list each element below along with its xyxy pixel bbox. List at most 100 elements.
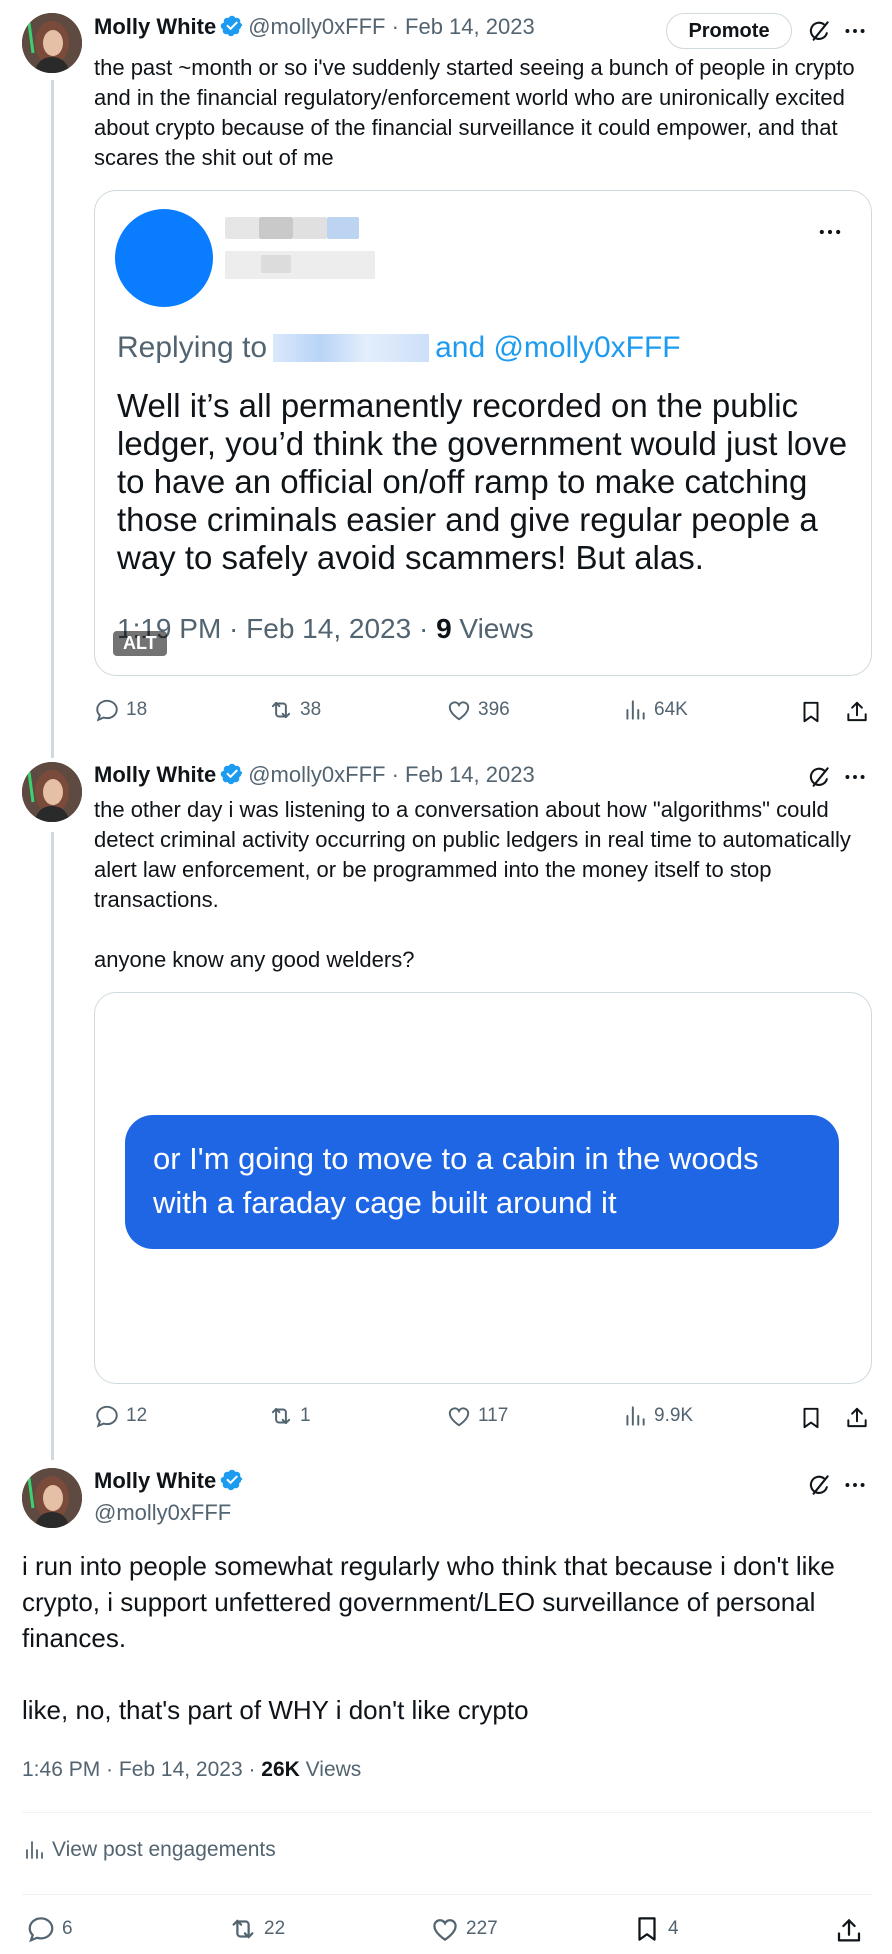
bookmark-button[interactable]: 4 bbox=[632, 1914, 679, 1944]
quoted-tweet-text: Well it’s all permanently recorded on th… bbox=[117, 387, 848, 576]
views-icon bbox=[622, 697, 648, 723]
engagements-label: View post engagements bbox=[52, 1838, 276, 1861]
author-handle[interactable]: @molly0xFFF bbox=[248, 14, 385, 39]
promote-button[interactable]: Promote bbox=[666, 13, 792, 49]
verified-icon bbox=[220, 14, 244, 38]
replying-suffix: and @molly0xFFF bbox=[435, 331, 681, 364]
verified-icon bbox=[220, 1468, 244, 1492]
author-name[interactable]: Molly White bbox=[94, 14, 216, 39]
verified-icon bbox=[220, 762, 244, 786]
dot-separator: · bbox=[385, 14, 406, 39]
repost-button[interactable]: 22 bbox=[228, 1914, 285, 1944]
views-count: 26K bbox=[261, 1758, 300, 1781]
reply-icon bbox=[94, 1403, 120, 1429]
repost-icon bbox=[268, 697, 294, 723]
views-count: 9.9K bbox=[654, 1405, 694, 1426]
alt-badge[interactable]: ALT bbox=[113, 631, 167, 656]
promote-label: Promote bbox=[688, 19, 770, 42]
grok-icon[interactable] bbox=[804, 762, 834, 792]
views-button[interactable]: 9.9K bbox=[622, 1403, 693, 1429]
tweet-meta: 1:46 PM · Feb 14, 2023 · 26K Views bbox=[22, 1758, 361, 1782]
more-icon[interactable] bbox=[840, 16, 870, 46]
redacted-handle bbox=[273, 334, 430, 362]
redacted-name bbox=[293, 217, 327, 239]
like-button[interactable]: 117 bbox=[446, 1403, 508, 1429]
repost-icon bbox=[268, 1403, 294, 1429]
views-count: 64K bbox=[654, 699, 688, 720]
divider bbox=[22, 1894, 872, 1895]
repost-count: 38 bbox=[300, 699, 322, 720]
author-name[interactable]: Molly White bbox=[94, 762, 216, 787]
redacted-name bbox=[327, 217, 359, 239]
quoted-views-label: Views bbox=[451, 613, 534, 644]
thread-line bbox=[51, 80, 54, 758]
alt-label: ALT bbox=[123, 633, 157, 653]
quoted-views-count: 9 bbox=[436, 613, 452, 644]
more-icon[interactable] bbox=[840, 1470, 870, 1500]
dot-separator: · bbox=[385, 762, 406, 787]
replying-prefix: Replying to bbox=[117, 331, 268, 364]
like-icon bbox=[446, 1403, 472, 1429]
author-handle[interactable]: @molly0xFFF bbox=[94, 1500, 248, 1526]
like-button[interactable]: 227 bbox=[430, 1914, 498, 1944]
like-button[interactable]: 396 bbox=[446, 697, 510, 723]
views-button[interactable]: 64K bbox=[622, 697, 688, 723]
like-icon bbox=[446, 697, 472, 723]
bookmark-icon bbox=[632, 1914, 662, 1944]
reply-icon bbox=[94, 697, 120, 723]
avatar[interactable] bbox=[22, 13, 82, 73]
share-icon[interactable] bbox=[832, 1914, 866, 1948]
view-engagements-link[interactable]: View post engagements bbox=[22, 1838, 276, 1862]
divider bbox=[22, 1812, 872, 1813]
avatar[interactable] bbox=[22, 762, 82, 822]
grok-icon[interactable] bbox=[804, 1470, 834, 1500]
like-icon bbox=[430, 1914, 460, 1944]
tweet-text: the past ~month or so i've suddenly star… bbox=[94, 55, 861, 170]
author-handle[interactable]: @molly0xFFF bbox=[248, 762, 385, 787]
message-bubble: or I'm going to move to a cabin in the w… bbox=[125, 1115, 839, 1249]
tweet-header: Molly White @molly0xFFF · Feb 14, 2023 bbox=[94, 14, 535, 44]
repost-icon bbox=[228, 1914, 258, 1944]
more-icon[interactable] bbox=[840, 762, 870, 792]
tweet-header: Molly White @molly0xFFF bbox=[94, 1468, 248, 1526]
bookmark-icon[interactable] bbox=[796, 1403, 826, 1433]
repost-button[interactable]: 38 bbox=[268, 697, 321, 723]
reply-count: 18 bbox=[126, 699, 148, 720]
share-icon[interactable] bbox=[842, 697, 872, 727]
tweet-text: i run into people somewhat regularly who… bbox=[22, 1551, 835, 1725]
share-icon[interactable] bbox=[842, 1403, 872, 1433]
reply-count: 12 bbox=[126, 1405, 148, 1426]
like-count: 227 bbox=[466, 1918, 498, 1939]
message-bubble-text: or I'm going to move to a cabin in the w… bbox=[153, 1141, 759, 1220]
avatar[interactable] bbox=[22, 1468, 82, 1528]
views-icon bbox=[622, 1403, 648, 1429]
repost-count: 22 bbox=[264, 1918, 286, 1939]
redacted-name bbox=[259, 217, 293, 239]
tweet-date[interactable]: Feb 14, 2023 bbox=[405, 762, 535, 787]
redacted-handle bbox=[261, 255, 291, 273]
reply-button[interactable]: 6 bbox=[26, 1914, 73, 1944]
more-icon bbox=[815, 217, 845, 247]
tweet-text: the other day i was listening to a conve… bbox=[94, 797, 851, 972]
redacted-handle bbox=[225, 251, 375, 279]
bookmark-count: 4 bbox=[668, 1918, 679, 1939]
repost-count: 1 bbox=[300, 1405, 311, 1426]
views-icon bbox=[22, 1838, 46, 1862]
tweet-date[interactable]: Feb 14, 2023 bbox=[405, 14, 535, 39]
reply-count: 6 bbox=[62, 1918, 73, 1939]
bookmark-icon[interactable] bbox=[796, 697, 826, 727]
replying-to-line: Replying to and @molly0xFFF bbox=[117, 331, 681, 365]
tweet-time[interactable]: 1:46 PM · Feb 14, 2023 · bbox=[22, 1758, 261, 1781]
grok-icon[interactable] bbox=[804, 16, 834, 46]
quoted-tweet-meta: 1:19 PM · Feb 14, 2023 · 9 Views bbox=[117, 613, 534, 645]
quoted-avatar bbox=[115, 209, 213, 307]
repost-button[interactable]: 1 bbox=[268, 1403, 311, 1429]
like-count: 117 bbox=[478, 1405, 509, 1426]
reply-button[interactable]: 18 bbox=[94, 697, 147, 723]
attached-image-card[interactable]: or I'm going to move to a cabin in the w… bbox=[94, 992, 872, 1384]
thread-line bbox=[51, 832, 54, 1460]
reply-button[interactable]: 12 bbox=[94, 1403, 147, 1429]
author-name[interactable]: Molly White bbox=[94, 1468, 216, 1493]
quoted-image-card[interactable]: Replying to and @molly0xFFF Well it’s al… bbox=[94, 190, 872, 676]
reply-icon bbox=[26, 1914, 56, 1944]
